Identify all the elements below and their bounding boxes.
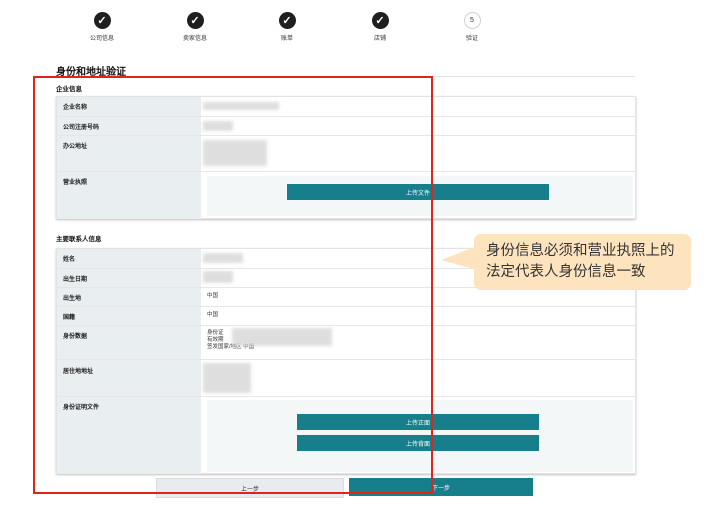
check-icon: ✓ bbox=[93, 12, 111, 29]
step-label: 验证 bbox=[465, 36, 478, 42]
step-verification[interactable]: 5 验证 bbox=[442, 12, 502, 42]
step-label: 账单 bbox=[280, 36, 293, 42]
highlight-box bbox=[33, 76, 433, 494]
annotation-callout: 身份信息必须和营业执照上的 法定代表人身份信息一致 bbox=[474, 234, 691, 290]
check-icon: ✓ bbox=[371, 12, 389, 29]
step-number: 5 bbox=[463, 12, 481, 29]
step-label: 店铺 bbox=[373, 36, 386, 42]
step-label: 公司信息 bbox=[89, 36, 114, 42]
annotation-line-2: 法定代表人身份信息一致 bbox=[486, 264, 646, 280]
check-icon: ✓ bbox=[278, 12, 296, 29]
step-label: 卖家信息 bbox=[182, 36, 207, 42]
callout-pointer bbox=[441, 246, 477, 270]
step-seller-info[interactable]: ✓ 卖家信息 bbox=[165, 12, 225, 42]
step-company-info[interactable]: ✓ 公司信息 bbox=[72, 12, 132, 42]
check-icon: ✓ bbox=[186, 12, 204, 29]
step-store[interactable]: ✓ 店铺 bbox=[350, 12, 410, 42]
step-billing[interactable]: ✓ 账单 bbox=[257, 12, 317, 42]
annotation-line-1: 身份信息必须和营业执照上的 bbox=[486, 243, 675, 259]
